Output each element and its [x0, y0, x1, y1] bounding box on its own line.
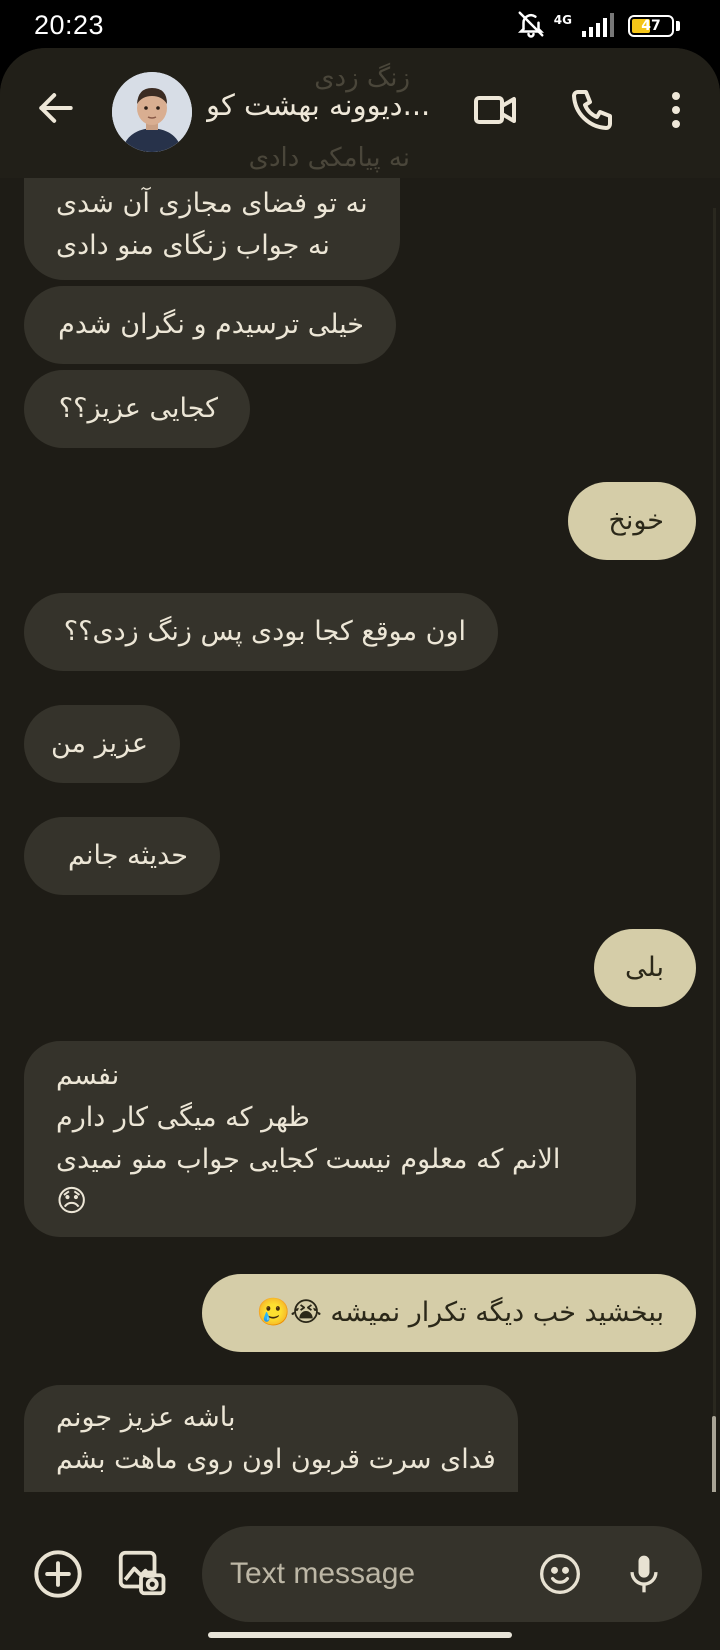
ghost-line: زنگ زدی: [314, 63, 410, 93]
scrolled-message-ghost: زنگ زدی نه پیامکی دادی: [190, 58, 410, 178]
add-circle-icon: [34, 1550, 82, 1598]
phone-icon: [572, 90, 612, 130]
gallery-button[interactable]: [114, 1546, 168, 1600]
message-line: الانم که معلوم نیست کجایی جواب منو نمیدی: [56, 1144, 561, 1175]
add-attachment-button[interactable]: [32, 1548, 84, 1600]
more-options-button[interactable]: [652, 86, 700, 134]
message-text: بلی: [625, 952, 664, 983]
conversation-header: زنگ زدی نه پیامکی دادی ...ديوونه بهشت كو: [0, 48, 720, 178]
message-bubble-incoming[interactable]: خیلی ترسیدم و نگران شدم: [24, 286, 396, 364]
battery-level: 47: [641, 18, 661, 34]
battery-nub: [676, 21, 680, 31]
emoji-button[interactable]: [538, 1552, 582, 1596]
voice-record-button[interactable]: [622, 1550, 666, 1598]
call-button[interactable]: [568, 86, 616, 134]
message-line: باشه عزیز جونم: [56, 1402, 236, 1433]
contact-avatar[interactable]: [112, 72, 192, 152]
status-icons: 4G 47: [516, 9, 680, 43]
message-field[interactable]: [202, 1526, 702, 1622]
battery-icon: 47: [628, 15, 674, 37]
video-call-button[interactable]: [472, 86, 520, 134]
message-bubble-incoming[interactable]: نفسم ظهر که میگی کار دارم الانم که معلوم…: [24, 1041, 636, 1237]
message-bubble-incoming[interactable]: حدیثه جانم: [24, 817, 220, 895]
message-text: اون موقع کجا بودی پس زنگ زدی؟؟: [63, 616, 466, 647]
message-bubble-outgoing[interactable]: خونخ: [568, 482, 696, 560]
message-text: کجایی عزیز؟؟: [58, 393, 218, 424]
message-bubble-incoming[interactable]: اون موقع کجا بودی پس زنگ زدی؟؟: [24, 593, 498, 671]
bell-off-icon: [516, 9, 546, 43]
mic-icon: [630, 1555, 658, 1593]
message-line: ظهر که میگی کار دارم: [56, 1102, 310, 1133]
message-text: حدیثه جانم: [68, 840, 188, 871]
video-call-icon: [474, 96, 516, 124]
message-bubble-incoming[interactable]: کجایی عزیز؟؟: [24, 370, 250, 448]
conversation-panel: زنگ زدی نه پیامکی دادی ...ديوونه بهشت كو: [0, 48, 720, 1650]
message-text: خونخ: [608, 505, 664, 536]
back-arrow-icon: [39, 93, 73, 123]
signal-icon: [580, 11, 620, 41]
message-text: خیلی ترسیدم و نگران شدم: [58, 309, 364, 340]
emoji-icon: [540, 1554, 580, 1594]
message-line: نفسم: [56, 1060, 120, 1091]
message-text: ببخشید خب دیگه تکرار نمیشه 😭🥲: [256, 1297, 664, 1328]
status-time: 20:23: [34, 10, 105, 40]
message-text: عزیز من: [50, 728, 148, 759]
message-bubble-incoming[interactable]: عزیز من: [24, 705, 180, 783]
home-indicator[interactable]: [208, 1632, 512, 1638]
message-line: نه جواب زنگای منو دادی: [56, 230, 330, 261]
message-line: نه تو فضای مجازی آن شدی: [56, 188, 368, 219]
scrollbar-track[interactable]: [713, 208, 716, 1548]
message-bubble-outgoing[interactable]: بلی: [594, 929, 696, 1007]
composer-bar: [0, 1492, 720, 1650]
status-bar: 20:23 4G 47: [0, 0, 720, 52]
ghost-line: نه پیامکی دادی: [248, 143, 410, 173]
network-type: 4G: [553, 13, 572, 27]
gallery-icon: [118, 1550, 166, 1596]
message-emoji: 😞: [56, 1184, 88, 1219]
message-bubble-outgoing[interactable]: ببخشید خب دیگه تکرار نمیشه 😭🥲: [202, 1274, 696, 1352]
back-button[interactable]: [34, 86, 78, 130]
message-line: فدای سرت قربون اون روی ماهت بشم: [56, 1444, 496, 1475]
message-input[interactable]: [230, 1546, 520, 1602]
more-vert-icon: [672, 92, 680, 128]
